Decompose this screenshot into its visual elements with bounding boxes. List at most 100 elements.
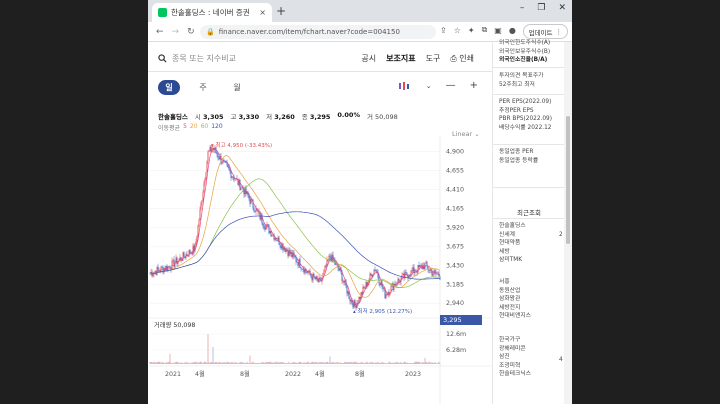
close-window-icon[interactable]: ✕: [558, 3, 566, 13]
volume-bar: [365, 362, 367, 364]
minimize-icon[interactable]: –: [520, 3, 525, 13]
volume-bar: [411, 363, 413, 364]
candlestick-chart[interactable]: 4,900 4,655 4,410 4,165 3,920 3,675 3,430 3,185…: [148, 136, 492, 404]
candle-type-icon[interactable]: [398, 81, 412, 91]
volume-bar: [420, 363, 422, 364]
volume-bar: [393, 362, 395, 364]
candle-body: [285, 249, 287, 252]
period-tabs: 일 주 월: [158, 80, 248, 95]
candle-body: [343, 280, 345, 283]
tab-daily[interactable]: 일: [158, 80, 180, 95]
candle-body: [402, 273, 404, 275]
volume-bar: [217, 363, 219, 364]
volume-bar: [175, 361, 177, 364]
recent-item[interactable]: 현대약품: [499, 239, 526, 248]
recent-item[interactable]: 신세계: [499, 231, 526, 240]
volume-bar: [369, 361, 371, 364]
volume-bar: [314, 362, 316, 364]
tab-monthly[interactable]: 월: [226, 80, 248, 95]
side-item: 외국인한도주식수(A): [499, 40, 551, 46]
menu-indicators[interactable]: 보조지표: [386, 53, 415, 64]
ma-5-line: [149, 148, 441, 306]
side-item: PER EPS(2022.09): [499, 99, 552, 105]
recent-item[interactable]: 한솔테크닉스: [499, 370, 531, 379]
new-tab-button[interactable]: +: [276, 4, 286, 18]
recent-item[interactable]: 한국가구: [499, 336, 531, 345]
volume-bar: [354, 362, 356, 364]
zoom-in-icon[interactable]: +: [470, 80, 478, 91]
volume-bar: [311, 362, 313, 364]
search-field[interactable]: 종목 또는 지수비교: [158, 53, 236, 64]
current-price-tag: 3,295: [440, 315, 482, 325]
volume-bar: [299, 361, 301, 364]
reload-icon[interactable]: ↻: [187, 27, 195, 37]
recent-item[interactable]: 조광피혁: [499, 362, 531, 371]
back-icon[interactable]: ←: [156, 27, 164, 37]
menu-disclosure[interactable]: 공시: [361, 53, 376, 64]
recent-item[interactable]: 광해레미콘: [499, 345, 531, 354]
recent-item[interactable]: 세방전지: [499, 304, 531, 313]
tab-close-icon[interactable]: ×: [259, 8, 266, 17]
forward-icon[interactable]: →: [172, 27, 180, 37]
recent-item[interactable]: 현대비앤지스: [499, 312, 531, 321]
volume-bar: [313, 362, 315, 364]
x-tick-label: 8월: [240, 369, 250, 378]
update-button[interactable]: 업데이트 ⋮: [522, 24, 568, 39]
volume-bar: [254, 363, 256, 364]
candle-body: [412, 267, 414, 272]
zoom-out-icon[interactable]: —: [446, 80, 456, 91]
sidepanel-icon[interactable]: ▣: [494, 26, 502, 35]
browser-tab[interactable]: 한솔홀딩스 : 네이버 증권 ×: [152, 3, 272, 22]
volume-bar: [251, 362, 253, 364]
candle-body: [420, 265, 422, 266]
scrollbar[interactable]: [564, 42, 572, 404]
candle-body: [203, 182, 205, 193]
volume-bar: [329, 356, 331, 364]
candle-body: [301, 268, 303, 270]
volume-bar: [320, 361, 322, 364]
candle-body: [358, 296, 360, 304]
volume-bar: [181, 362, 183, 364]
candle-body: [266, 224, 268, 226]
menu-print[interactable]: ⎙ 인쇄: [450, 53, 474, 64]
y-tick-label: 3,430: [446, 262, 464, 269]
recent-list-1: 한솔홀딩스 신세계 현대약품 세방 삼미TMK: [499, 222, 526, 265]
recent-item[interactable]: 삼미TMK: [499, 256, 526, 265]
candle-body: [250, 199, 252, 204]
maximize-icon[interactable]: ❐: [537, 3, 545, 13]
volume-bar: [328, 363, 330, 364]
volume-bar: [395, 362, 397, 364]
volume-bar: [281, 362, 283, 364]
close-label: 종: [301, 113, 308, 121]
more-menu-icon[interactable]: ⋮: [556, 28, 563, 36]
profile-avatar-icon[interactable]: ●: [509, 26, 516, 35]
ma-120-line: [149, 211, 440, 280]
tab-weekly[interactable]: 주: [192, 80, 214, 95]
candle-body: [346, 286, 348, 294]
volume-bar: [368, 363, 370, 364]
menu-tools[interactable]: 도구: [426, 53, 441, 64]
volume-bar: [345, 362, 347, 364]
recent-item[interactable]: 서흥: [499, 278, 531, 287]
extension-icon[interactable]: ✦: [468, 26, 475, 35]
bookmark-star-icon[interactable]: ☆: [454, 26, 461, 35]
recent-item[interactable]: 동원산업: [499, 287, 531, 296]
recent-item[interactable]: 삼진: [499, 353, 531, 362]
share-icon[interactable]: ⇪: [440, 26, 447, 35]
scrollbar-thumb[interactable]: [566, 116, 570, 244]
chevron-down-icon[interactable]: ⌄: [426, 82, 432, 90]
volume-bar: [334, 362, 336, 364]
recent-item[interactable]: 세방: [499, 248, 526, 257]
url-field[interactable]: 🔒 finance.naver.com/item/fchart.naver?co…: [200, 25, 436, 39]
volume-bar: [388, 361, 390, 364]
extensions-puzzle-icon[interactable]: ⧉: [482, 25, 488, 35]
moving-average-legend[interactable]: 이동평균 5 20 60 120: [158, 123, 223, 132]
volume-bar: [167, 362, 169, 364]
divider: [493, 67, 565, 68]
recent-item[interactable]: 삼화왕관: [499, 295, 531, 304]
volume-bar: [230, 362, 232, 364]
volume-bar: [282, 362, 284, 364]
volume-bar: [222, 361, 224, 364]
candle-body: [154, 271, 156, 273]
recent-item[interactable]: 한솔홀딩스: [499, 222, 526, 231]
